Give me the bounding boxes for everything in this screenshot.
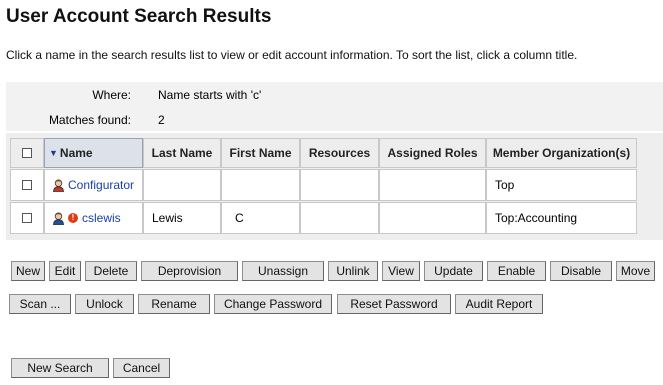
table-row-checkbox-cell bbox=[10, 169, 44, 201]
table-cell-name: ! cslewis bbox=[44, 202, 143, 234]
matches-label: Matches found: bbox=[48, 113, 131, 127]
user-icon bbox=[53, 178, 64, 192]
edit-button[interactable]: Edit bbox=[49, 261, 81, 281]
table-cell-last-name bbox=[143, 169, 221, 201]
move-button[interactable]: Move bbox=[616, 261, 655, 281]
search-summary: Where: Name starts with 'c' Matches foun… bbox=[6, 82, 663, 131]
row-select-checkbox[interactable] bbox=[22, 180, 32, 190]
column-header-last-name[interactable]: Last Name bbox=[143, 138, 221, 168]
instructions-text: Click a name in the search results list … bbox=[6, 48, 578, 62]
column-header-first-name[interactable]: First Name bbox=[221, 138, 300, 168]
sort-descending-icon: ▼ bbox=[49, 148, 58, 158]
table-row-checkbox-cell bbox=[10, 202, 44, 234]
scan-button[interactable]: Scan ... bbox=[9, 294, 71, 314]
new-search-button[interactable]: New Search bbox=[11, 358, 109, 378]
select-all-checkbox[interactable] bbox=[22, 148, 32, 158]
delete-button[interactable]: Delete bbox=[85, 261, 137, 281]
user-link-cslewis[interactable]: cslewis bbox=[82, 211, 121, 225]
user-link-configurator[interactable]: Configurator bbox=[68, 178, 134, 192]
cancel-button[interactable]: Cancel bbox=[113, 358, 170, 378]
table-cell-first-name bbox=[221, 169, 300, 201]
page-title: User Account Search Results bbox=[6, 6, 272, 27]
table-cell-resources bbox=[300, 169, 379, 201]
enable-button[interactable]: Enable bbox=[487, 261, 546, 281]
table-cell-resources bbox=[300, 202, 379, 234]
deprovision-button[interactable]: Deprovision bbox=[141, 261, 238, 281]
table-cell-name: Configurator bbox=[44, 169, 143, 201]
reset-password-button[interactable]: Reset Password bbox=[337, 294, 451, 314]
table-cell-first-name: C bbox=[221, 202, 300, 234]
table-cell-assigned-roles bbox=[379, 169, 486, 201]
audit-report-button[interactable]: Audit Report bbox=[455, 294, 543, 314]
where-value: Name starts with 'c' bbox=[158, 88, 262, 102]
column-header-member-organizations[interactable]: Member Organization(s) bbox=[486, 138, 637, 168]
results-table: ▼ Name Last Name First Name Resources Ass… bbox=[6, 133, 663, 240]
update-button[interactable]: Update bbox=[424, 261, 483, 281]
table-cell-assigned-roles bbox=[379, 202, 486, 234]
warning-icon: ! bbox=[68, 213, 78, 223]
column-header-assigned-roles[interactable]: Assigned Roles bbox=[379, 138, 486, 168]
where-label: Where: bbox=[92, 88, 131, 102]
row-select-checkbox[interactable] bbox=[22, 213, 32, 223]
unassign-button[interactable]: Unassign bbox=[242, 261, 324, 281]
column-header-name[interactable]: ▼ Name bbox=[44, 138, 143, 168]
user-icon bbox=[53, 211, 64, 225]
table-cell-last-name: Lewis bbox=[143, 202, 221, 234]
unlink-button[interactable]: Unlink bbox=[328, 261, 378, 281]
view-button[interactable]: View bbox=[382, 261, 420, 281]
select-all-header bbox=[10, 138, 44, 168]
table-cell-organization: Top bbox=[486, 169, 637, 201]
matches-value: 2 bbox=[158, 113, 165, 127]
disable-button[interactable]: Disable bbox=[550, 261, 612, 281]
unlock-button[interactable]: Unlock bbox=[75, 294, 134, 314]
table-cell-organization: Top:Accounting bbox=[486, 202, 637, 234]
new-button[interactable]: New bbox=[11, 261, 45, 281]
rename-button[interactable]: Rename bbox=[138, 294, 210, 314]
change-password-button[interactable]: Change Password bbox=[214, 294, 332, 314]
column-header-resources[interactable]: Resources bbox=[300, 138, 379, 168]
